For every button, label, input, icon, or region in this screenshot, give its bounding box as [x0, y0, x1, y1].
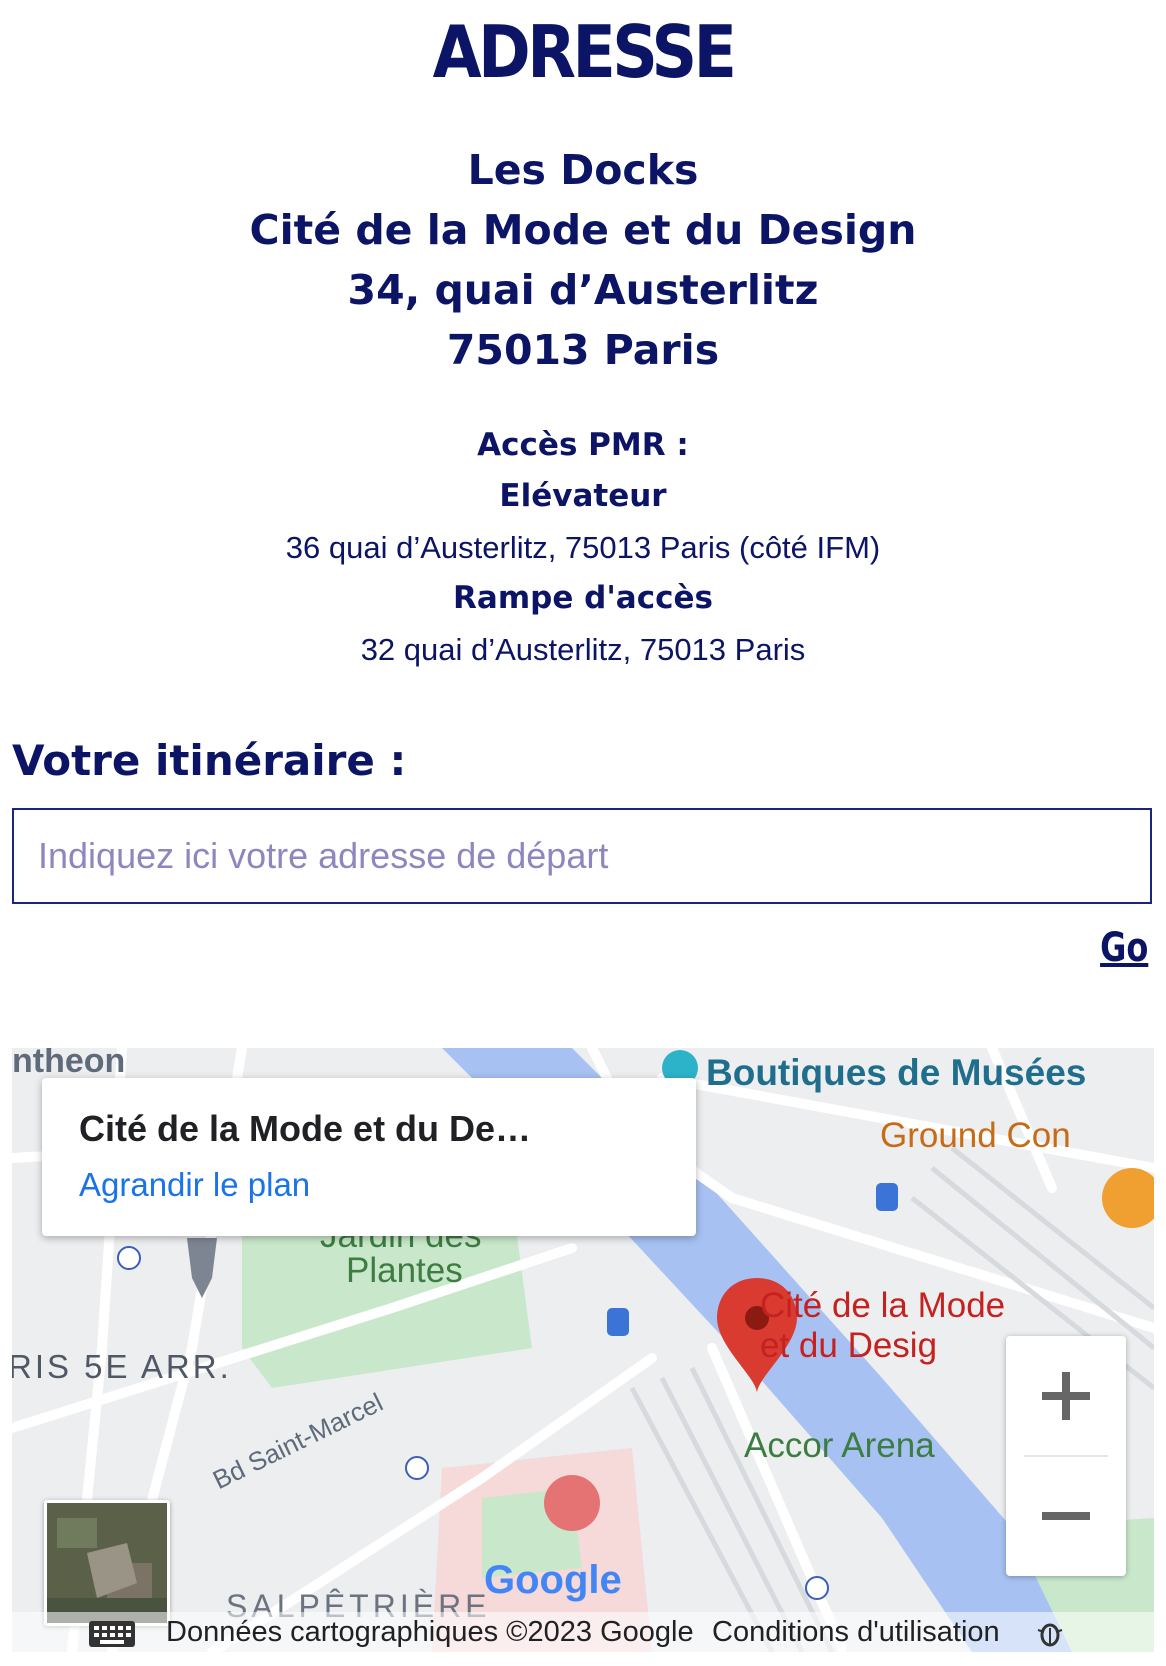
keyboard-shortcuts-icon[interactable] [88, 1620, 136, 1648]
satellite-view-toggle[interactable] [44, 1500, 170, 1626]
satellite-thumbnail-icon [47, 1503, 167, 1623]
address-line-street: 34, quai d’Austerlitz [347, 266, 819, 314]
map-label-cite-mode-2: et du Desig [760, 1326, 938, 1365]
map-label-boutiques: Boutiques de Musées [706, 1052, 1087, 1093]
zoom-controls [1006, 1336, 1126, 1576]
go-link[interactable]: Go [1100, 925, 1148, 971]
map-info-card: Cité de la Mode et du De… Agrandir le pl… [42, 1078, 696, 1236]
map-attribution-bar: Données cartographiques ©2023 Google Con… [12, 1612, 1154, 1654]
itinerary-title: Votre itinéraire : [12, 736, 407, 785]
map-label-pantheon: ntheon [12, 1048, 126, 1080]
google-logo: Google [484, 1558, 622, 1602]
map-data-attribution: Données cartographiques ©2023 Google [166, 1616, 694, 1648]
elevator-address: 36 quai d’Austerlitz, 75013 Paris (côté … [285, 530, 881, 565]
map-label-ground-control: Ground Con [880, 1116, 1071, 1155]
map-info-title: Cité de la Mode et du De… [79, 1108, 532, 1149]
terms-of-use-link[interactable]: Conditions d'utilisation [712, 1616, 1000, 1649]
pmr-heading: Accès PMR : [477, 427, 689, 463]
elevator-label: Elévateur [499, 478, 667, 514]
enlarge-map-link[interactable]: Agrandir le plan [79, 1166, 310, 1204]
zoom-out-button[interactable] [1006, 1456, 1126, 1576]
address-line-venue: Les Docks [467, 146, 699, 194]
departure-address-input[interactable] [14, 810, 1150, 902]
pmr-access-info: Accès PMR : Elévateur 36 quai d’Austerli… [0, 420, 1166, 675]
map-label-accor-arena: Accor Arena [744, 1426, 935, 1465]
map-label-jardin-2: Plantes [346, 1251, 463, 1290]
map-label-cite-mode-1: Cité de la Mode [760, 1286, 1006, 1325]
venue-address: Les Docks Cité de la Mode et du Design 3… [0, 140, 1166, 380]
plus-icon [1042, 1372, 1090, 1420]
address-line-building: Cité de la Mode et du Design [249, 206, 917, 254]
zoom-in-button[interactable] [1006, 1336, 1126, 1456]
address-line-city: 75013 Paris [446, 326, 720, 374]
ramp-label: Rampe d'accès [453, 580, 713, 616]
map-label-arrondissement: RIS 5E ARR. [12, 1348, 232, 1385]
page-title: ADRESSE [432, 10, 737, 94]
departure-address-field [12, 808, 1152, 904]
minus-icon [1042, 1512, 1090, 1520]
ramp-address: 32 quai d’Austerlitz, 75013 Paris [360, 632, 806, 667]
report-bug-icon[interactable] [1036, 1618, 1064, 1648]
